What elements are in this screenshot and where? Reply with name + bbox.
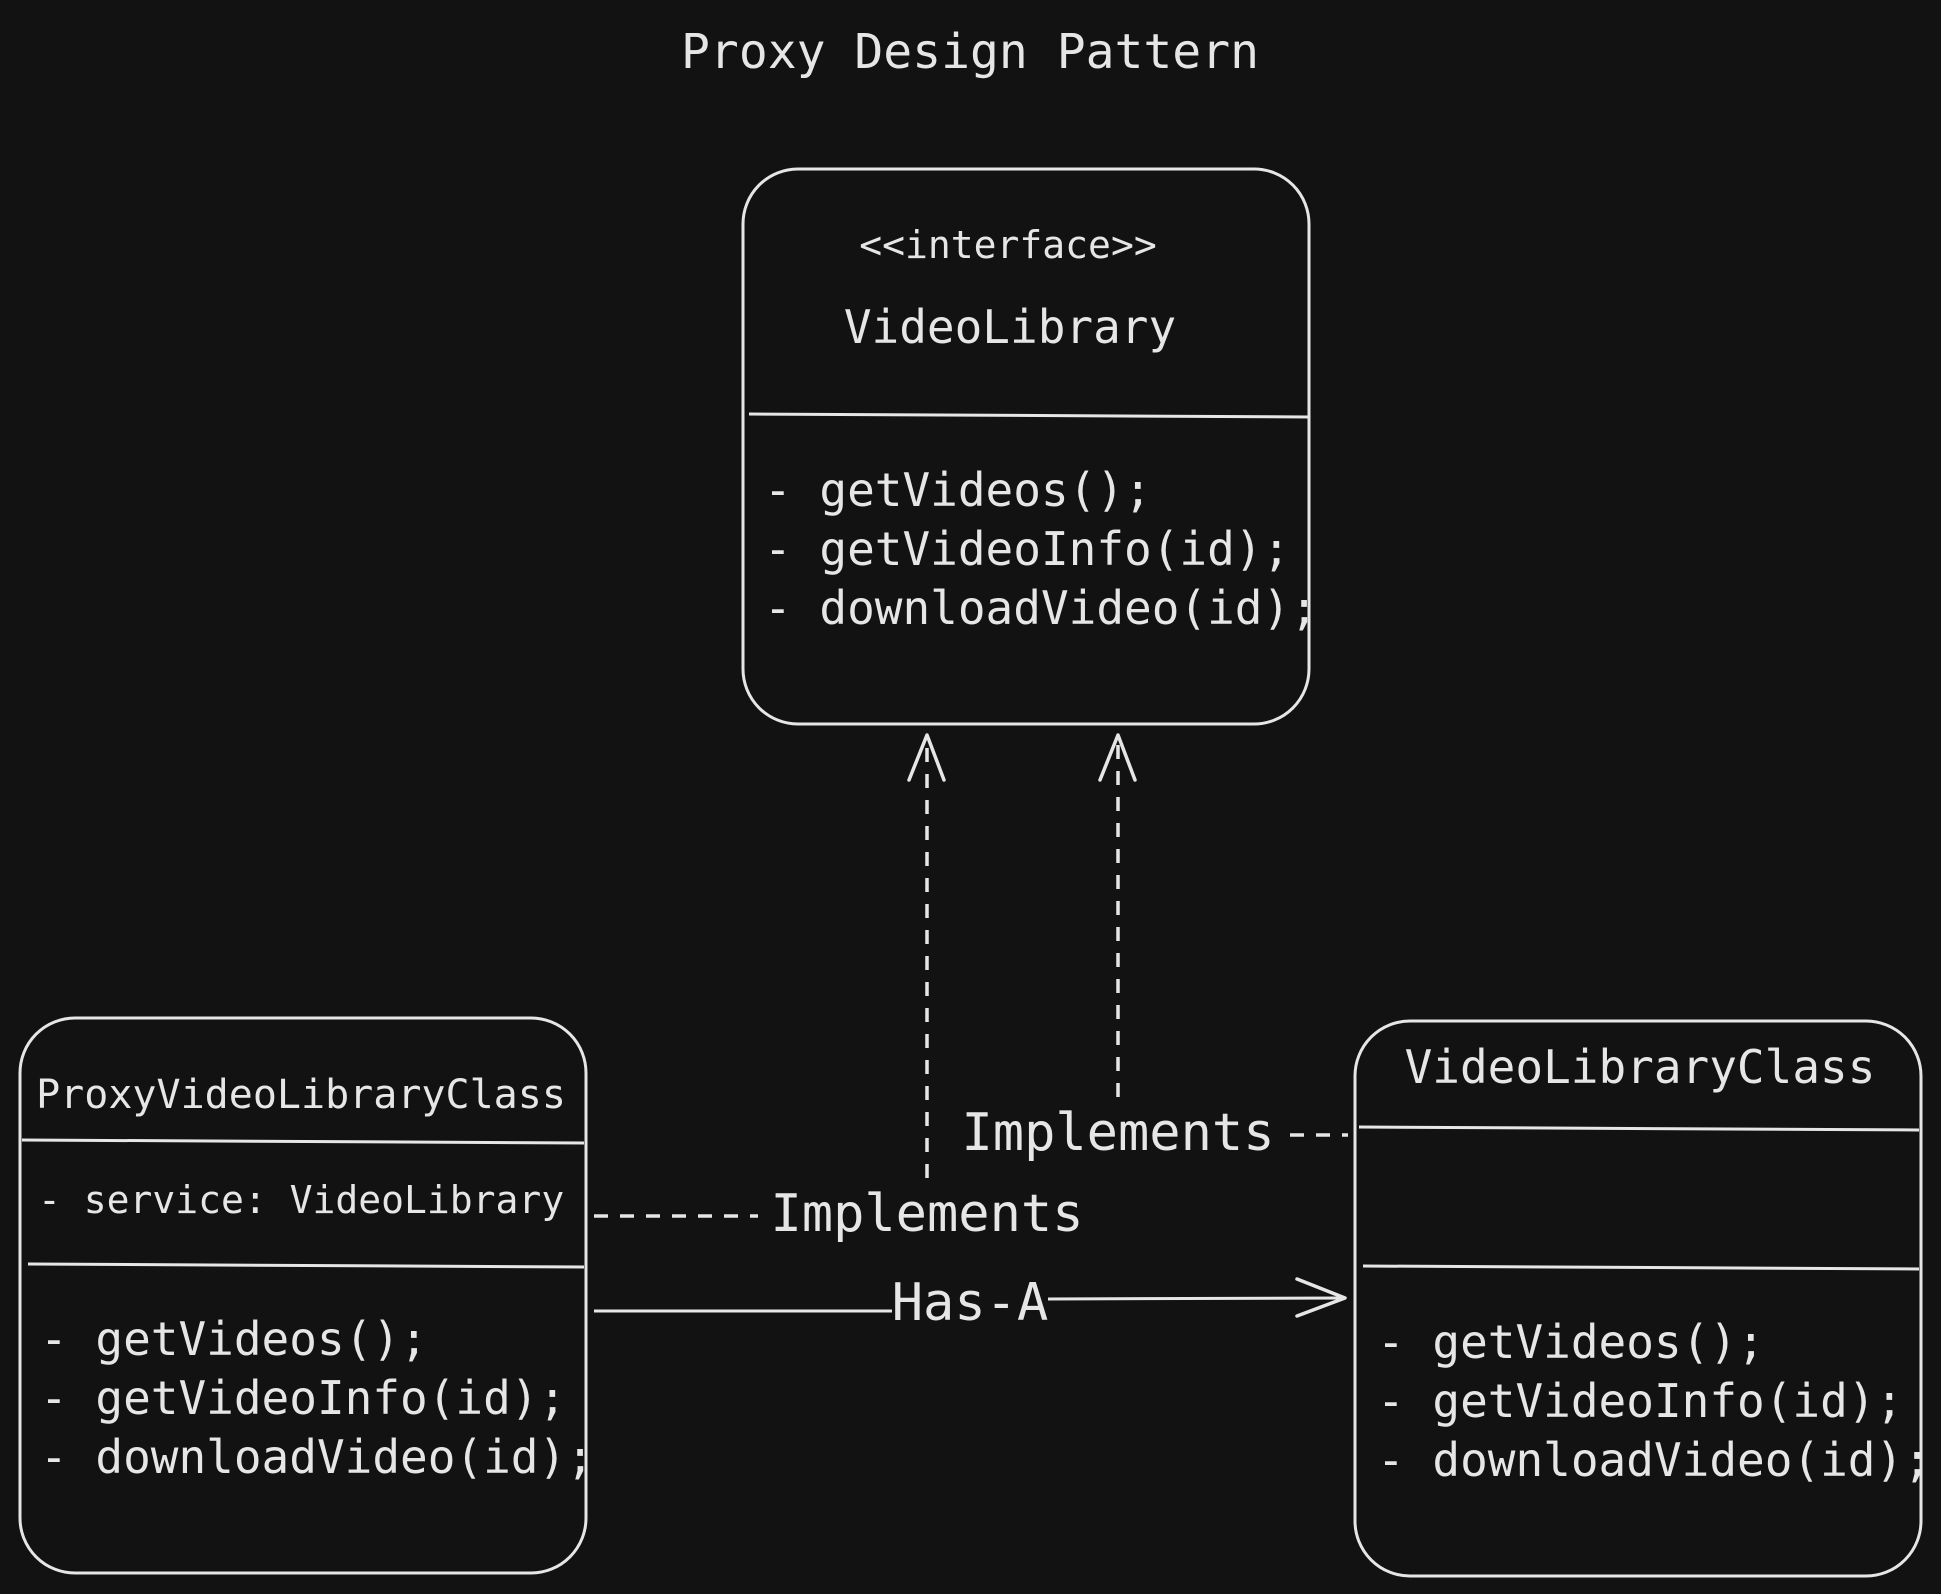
interface-method: - getVideoInfo(id); [764, 522, 1290, 576]
real-divider-bottom [1362, 1264, 1920, 1271]
proxy-method: - downloadVideo(id); [40, 1430, 594, 1484]
diagram-title: Proxy Design Pattern [681, 24, 1259, 80]
real-class-box: VideoLibraryClass - getVideos(); - getVi… [1353, 1019, 1931, 1578]
proxy-divider-bottom [27, 1262, 585, 1269]
interface-stereotype: <<interface>> [859, 223, 1156, 267]
proxy-divider-top [21, 1138, 585, 1145]
real-method: - getVideoInfo(id); [1377, 1374, 1903, 1428]
proxy-class-name: ProxyVideoLibraryClass [36, 1072, 566, 1118]
real-divider-top [1358, 1125, 1920, 1132]
proxy-class-box: ProxyVideoLibraryClass - service: VideoL… [18, 1016, 594, 1575]
interface-divider [748, 412, 1310, 419]
real-method: - getVideos(); [1377, 1315, 1765, 1369]
real-box-outline [1353, 1019, 1923, 1578]
has-a-edge: Has-A [594, 1273, 1347, 1333]
interface-name: VideoLibrary [844, 300, 1176, 354]
real-method: - downloadVideo(id); [1377, 1433, 1931, 1487]
has-a-label: Has-A [892, 1273, 1049, 1333]
interface-method: - getVideos(); [764, 463, 1152, 517]
real-class-name: VideoLibraryClass [1405, 1040, 1876, 1094]
proxy-pattern-diagram: Proxy Design Pattern <<interface>> Video… [18, 24, 1931, 1578]
proxy-attribute: - service: VideoLibrary [38, 1178, 564, 1222]
real-implements-edge: Implements [961, 733, 1348, 1163]
interface-method: - downloadVideo(id); [764, 581, 1318, 635]
real-implements-label: Implements [961, 1103, 1274, 1163]
proxy-implements-label: Implements [770, 1184, 1083, 1244]
proxy-implements-edge: Implements [594, 733, 1084, 1244]
has-a-line-right [1047, 1296, 1346, 1301]
proxy-method: - getVideos(); [40, 1312, 428, 1366]
interface-videolibrary-box: <<interface>> VideoLibrary - getVideos()… [741, 167, 1318, 726]
proxy-method: - getVideoInfo(id); [40, 1371, 566, 1425]
